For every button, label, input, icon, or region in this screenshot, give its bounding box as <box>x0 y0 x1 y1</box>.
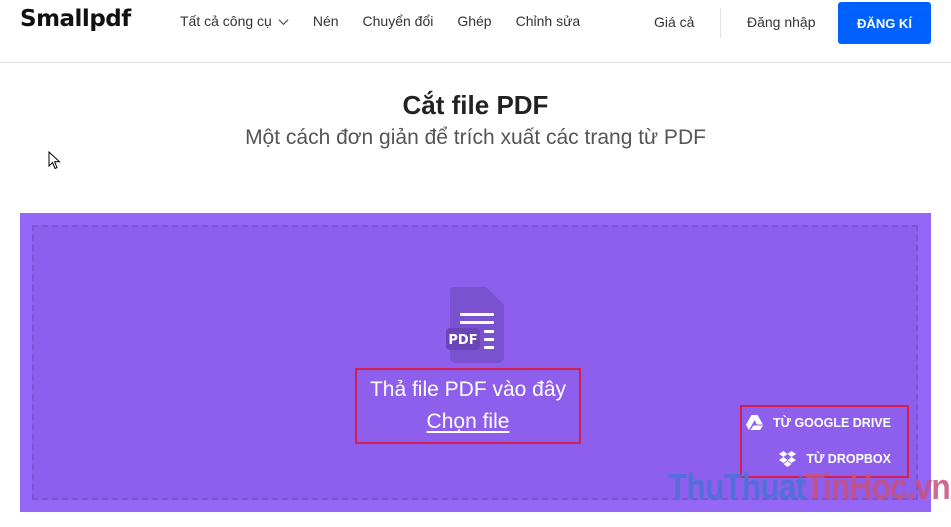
choose-file-link[interactable]: Chọn file <box>357 410 579 434</box>
login-link[interactable]: Đăng nhập <box>747 14 816 30</box>
dropbox-icon <box>779 451 797 467</box>
top-navbar: Smallpdf Tất cả công cụ Nén Chuyển đổi G… <box>0 0 951 63</box>
smallpdf-logo[interactable]: Smallpdf <box>20 6 131 32</box>
nav-all-tools[interactable]: Tất cả công cụ <box>180 13 289 29</box>
dropbox-label: TỪ DROPBOX <box>806 452 891 466</box>
google-drive-icon <box>745 415 763 430</box>
watermark-part1: ThuThuat <box>668 466 806 507</box>
page-title: Cắt file PDF <box>402 90 549 120</box>
nav-compress[interactable]: Nén <box>313 13 339 29</box>
google-drive-button[interactable]: TỪ GOOGLE DRIVE <box>745 415 891 430</box>
pdf-icon-label: PDF <box>448 333 477 348</box>
nav-convert[interactable]: Chuyển đổi <box>363 13 434 29</box>
nav-edit[interactable]: Chỉnh sửa <box>516 13 581 29</box>
dropbox-button[interactable]: TỪ DROPBOX <box>779 451 891 467</box>
chevron-down-icon <box>278 18 289 25</box>
nav-merge[interactable]: Ghép <box>457 13 491 29</box>
main-nav: Tất cả công cụ Nén Chuyển đổi Ghép Chỉnh… <box>180 13 604 29</box>
page-subtitle: Một cách đơn giản để trích xuất các tran… <box>245 126 706 149</box>
watermark: ThuThuatTinHoc.vn <box>668 466 951 508</box>
drop-text: Thả file PDF vào đây <box>369 378 567 401</box>
nav-all-tools-label: Tất cả công cụ <box>180 13 272 29</box>
watermark-part2: TinHoc.vn <box>805 466 951 507</box>
signup-button[interactable]: ĐĂNG KÍ <box>838 2 931 44</box>
drop-instructions-highlight: Thả file PDF vào đây Chọn file <box>355 368 581 444</box>
pdf-file-icon: PDF <box>446 287 504 363</box>
mouse-cursor-icon <box>48 151 61 170</box>
nav-pricing[interactable]: Giá cả <box>654 14 694 30</box>
nav-divider <box>720 8 721 38</box>
google-drive-label: TỪ GOOGLE DRIVE <box>772 415 891 430</box>
